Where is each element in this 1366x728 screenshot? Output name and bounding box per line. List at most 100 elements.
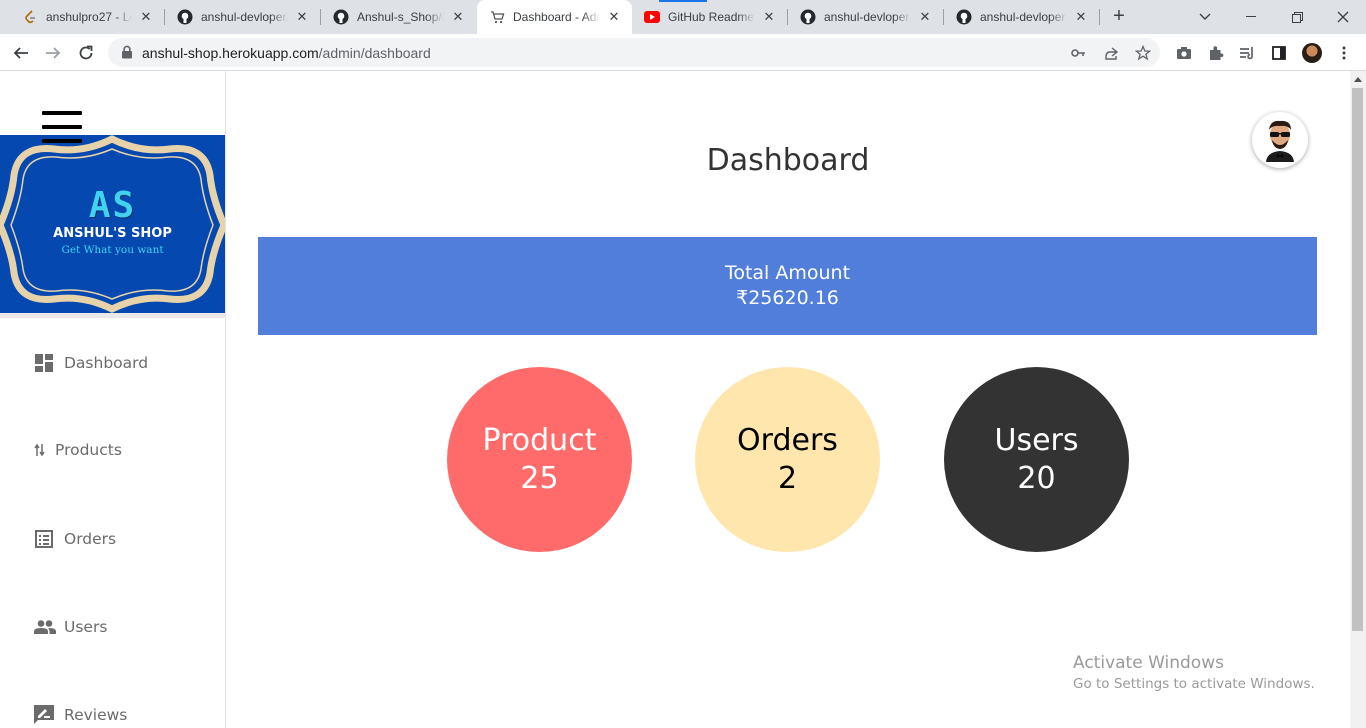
more-menu-icon[interactable]	[1335, 44, 1353, 62]
tab-title: Dashboard - Admin Panel	[513, 10, 600, 24]
logo-tagline: Get What you want	[61, 244, 164, 256]
user-avatar-button[interactable]	[1252, 112, 1308, 168]
share-icon[interactable]	[1103, 45, 1119, 61]
card-label: Users	[994, 422, 1079, 458]
tab-divider	[1099, 9, 1100, 25]
orders-count-card[interactable]: Orders 2	[695, 367, 880, 552]
arrow-right-icon	[46, 47, 61, 59]
sidebar-item-products[interactable]: Products	[34, 438, 122, 462]
github-icon	[800, 9, 816, 25]
key-icon[interactable]	[1070, 45, 1086, 61]
page-viewport: AS ANSHUL'S SHOP Get What you want Dashb…	[0, 71, 1366, 728]
side-panel-icon[interactable]	[1270, 44, 1288, 62]
browser-toolbar: anshul-shop.herokuapp.com/admin/dashboar…	[0, 34, 1366, 71]
minimize-button[interactable]	[1228, 0, 1274, 34]
close-icon[interactable]: ✕	[917, 9, 933, 25]
tab-youtube[interactable]: GitHub Readme Stats ✕	[632, 0, 787, 34]
close-icon[interactable]: ✕	[450, 9, 466, 25]
watermark-subtitle: Go to Settings to activate Windows.	[1073, 676, 1315, 692]
dashboard-icon	[34, 353, 54, 373]
hamburger-menu-icon[interactable]	[42, 111, 82, 145]
sidebar-item-label: Orders	[64, 530, 117, 548]
reload-icon	[79, 45, 93, 60]
browser-tab-strip: anshulpro27 - LeetCode ✕ anshul-devloper…	[0, 0, 1366, 34]
bookmark-star-icon[interactable]	[1135, 45, 1151, 61]
chevron-down-icon	[1199, 13, 1211, 20]
extensions-puzzle-icon[interactable]	[1207, 44, 1225, 62]
cart-icon	[489, 9, 505, 25]
sidebar-item-orders[interactable]: Orders	[34, 527, 116, 551]
lock-icon	[122, 45, 132, 59]
card-value: 25	[520, 460, 559, 496]
page-title: Dashboard	[706, 143, 870, 178]
sidebar-item-label: Dashboard	[64, 354, 149, 372]
scroll-up-arrow-icon[interactable]	[1354, 77, 1362, 82]
back-button[interactable]	[8, 40, 34, 66]
new-tab-button[interactable]: +	[1108, 6, 1130, 28]
scrollbar-thumb[interactable]	[1352, 88, 1363, 631]
forward-button[interactable]	[40, 40, 66, 66]
youtube-icon	[644, 9, 660, 25]
sidebar-item-label: Users	[64, 618, 108, 636]
close-icon[interactable]: ✕	[606, 9, 622, 25]
close-icon	[1337, 11, 1349, 23]
logo-divider	[0, 313, 225, 318]
tab-github-portfolio[interactable]: anshul-devloper/Portfolio ✕	[788, 0, 943, 34]
tab-title: anshul-devloper/ecommerce	[201, 10, 288, 24]
tab-dashboard[interactable]: Dashboard - Admin Panel ✕	[477, 0, 632, 34]
github-icon	[956, 9, 972, 25]
vertical-scrollbar[interactable]	[1350, 71, 1366, 728]
reload-button[interactable]	[73, 40, 99, 66]
tab-leetcode[interactable]: anshulpro27 - LeetCode ✕	[10, 0, 164, 34]
address-bar[interactable]: anshul-shop.herokuapp.com/admin/dashboar…	[108, 38, 1160, 67]
rate-review-icon	[34, 705, 54, 725]
total-amount-label: Total Amount	[724, 262, 851, 284]
restore-button[interactable]	[1274, 0, 1320, 34]
sort-arrows-icon	[34, 440, 45, 460]
tab-github-profile[interactable]: anshul-devloper (Anshul) ✕	[944, 0, 1099, 34]
tab-github-readme[interactable]: Anshul-s_Shop/README.md ✕	[321, 0, 476, 34]
total-amount-value: ₹25620.16	[736, 287, 839, 309]
github-icon	[333, 9, 349, 25]
people-icon	[34, 617, 56, 637]
sidebar-item-reviews[interactable]: Reviews	[34, 703, 127, 727]
sidebar-item-label: Reviews	[64, 706, 128, 724]
sidebar-item-label: Products	[55, 441, 122, 459]
camera-icon[interactable]	[1175, 44, 1193, 62]
profile-avatar[interactable]	[1302, 43, 1322, 63]
media-queue-icon[interactable]	[1238, 44, 1256, 62]
minimize-icon	[1246, 16, 1256, 17]
tab-search-button[interactable]	[1182, 0, 1228, 34]
windows-activation-watermark: Activate Windows Go to Settings to activ…	[1073, 652, 1315, 694]
users-count-card[interactable]: Users 20	[944, 367, 1129, 552]
url-host: anshul-shop.herokuapp.com	[142, 45, 319, 61]
close-icon[interactable]: ✕	[1073, 9, 1089, 25]
card-label: Orders	[737, 422, 838, 458]
card-value: 2	[777, 460, 798, 496]
shop-logo[interactable]: AS ANSHUL'S SHOP Get What you want	[0, 135, 225, 313]
url-path: /admin/dashboard	[318, 45, 431, 61]
tab-title: anshulpro27 - LeetCode	[46, 10, 132, 24]
card-value: 20	[1017, 460, 1056, 496]
restore-icon	[1291, 11, 1303, 23]
tab-title: GitHub Readme Stats	[668, 10, 755, 24]
sidebar: AS ANSHUL'S SHOP Get What you want Dashb…	[0, 71, 226, 728]
product-count-card[interactable]: Product 25	[447, 367, 632, 552]
close-window-button[interactable]	[1320, 0, 1366, 34]
leetcode-icon	[22, 9, 38, 25]
tab-title: anshul-devloper/Portfolio	[824, 10, 911, 24]
avatar	[1266, 120, 1294, 162]
logo-name: ANSHUL'S SHOP	[53, 226, 172, 241]
sidebar-item-dashboard[interactable]: Dashboard	[34, 351, 148, 375]
tab-github-ecommerce[interactable]: anshul-devloper/ecommerce ✕	[165, 0, 320, 34]
main-content: Dashboard Total Amount ₹25620.16 Product…	[226, 71, 1350, 728]
logo-initials: AS	[88, 185, 137, 226]
url-text: anshul-shop.herokuapp.com/admin/dashboar…	[142, 45, 431, 61]
tab-media-indicator	[659, 0, 707, 2]
arrow-left-icon	[13, 47, 28, 59]
close-icon[interactable]: ✕	[138, 9, 154, 25]
close-icon[interactable]: ✕	[294, 9, 310, 25]
list-alt-icon	[34, 529, 54, 549]
sidebar-item-users[interactable]: Users	[34, 615, 107, 639]
close-icon[interactable]: ✕	[761, 9, 777, 25]
